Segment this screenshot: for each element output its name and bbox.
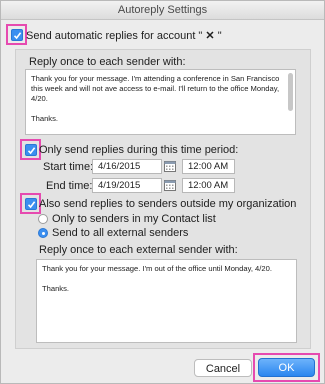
window-title: Autoreply Settings xyxy=(1,1,324,20)
internal-reply-textarea[interactable]: Thank you for your message. I'm attendin… xyxy=(25,69,296,135)
auto-reply-label: Send automatic replies for account " ✕ " xyxy=(26,30,222,42)
end-time-field[interactable]: 12:00 AM xyxy=(182,178,235,193)
radio-contacts-only[interactable] xyxy=(38,214,48,224)
auto-reply-checkbox[interactable] xyxy=(11,29,23,41)
time-period-checkbox[interactable] xyxy=(25,144,37,156)
external-senders-label: Also send replies to senders outside my … xyxy=(39,198,297,210)
autoreply-settings-window: Autoreply Settings Send automatic replie… xyxy=(0,0,325,384)
internal-message-text: Thank you for your message. I'm attendin… xyxy=(31,74,280,103)
radio-contacts-label: Only to senders in my Contact list xyxy=(52,213,216,225)
time-period-label: Only send replies during this time perio… xyxy=(39,144,239,156)
external-senders-checkbox[interactable] xyxy=(25,198,37,210)
start-time-label: Start time: xyxy=(43,161,94,173)
end-date-field[interactable]: 4/19/2015 xyxy=(92,178,162,193)
external-message-text: Thank you for your message. I'm out of t… xyxy=(42,264,272,273)
end-time-label: End time: xyxy=(46,180,93,192)
ok-button[interactable]: OK xyxy=(258,358,315,377)
internal-message-signoff: Thanks. xyxy=(31,114,59,123)
cancel-button[interactable]: Cancel xyxy=(194,359,252,377)
radio-all-label: Send to all external senders xyxy=(52,227,189,239)
external-reply-textarea[interactable]: Thank you for your message. I'm out of t… xyxy=(36,259,297,343)
calendar-icon[interactable] xyxy=(164,160,176,172)
external-reply-heading: Reply once to each external sender with: xyxy=(39,244,238,256)
start-date-field[interactable]: 4/16/2015 xyxy=(92,159,162,174)
x-icon: ✕ xyxy=(205,30,215,42)
start-time-field[interactable]: 12:00 AM xyxy=(182,159,235,174)
calendar-icon[interactable] xyxy=(164,179,176,191)
internal-reply-heading: Reply once to each sender with: xyxy=(29,56,186,68)
radio-all-external[interactable] xyxy=(38,228,48,238)
external-message-signoff: Thanks. xyxy=(42,284,70,293)
internal-reply-scrollbar[interactable] xyxy=(288,73,293,111)
